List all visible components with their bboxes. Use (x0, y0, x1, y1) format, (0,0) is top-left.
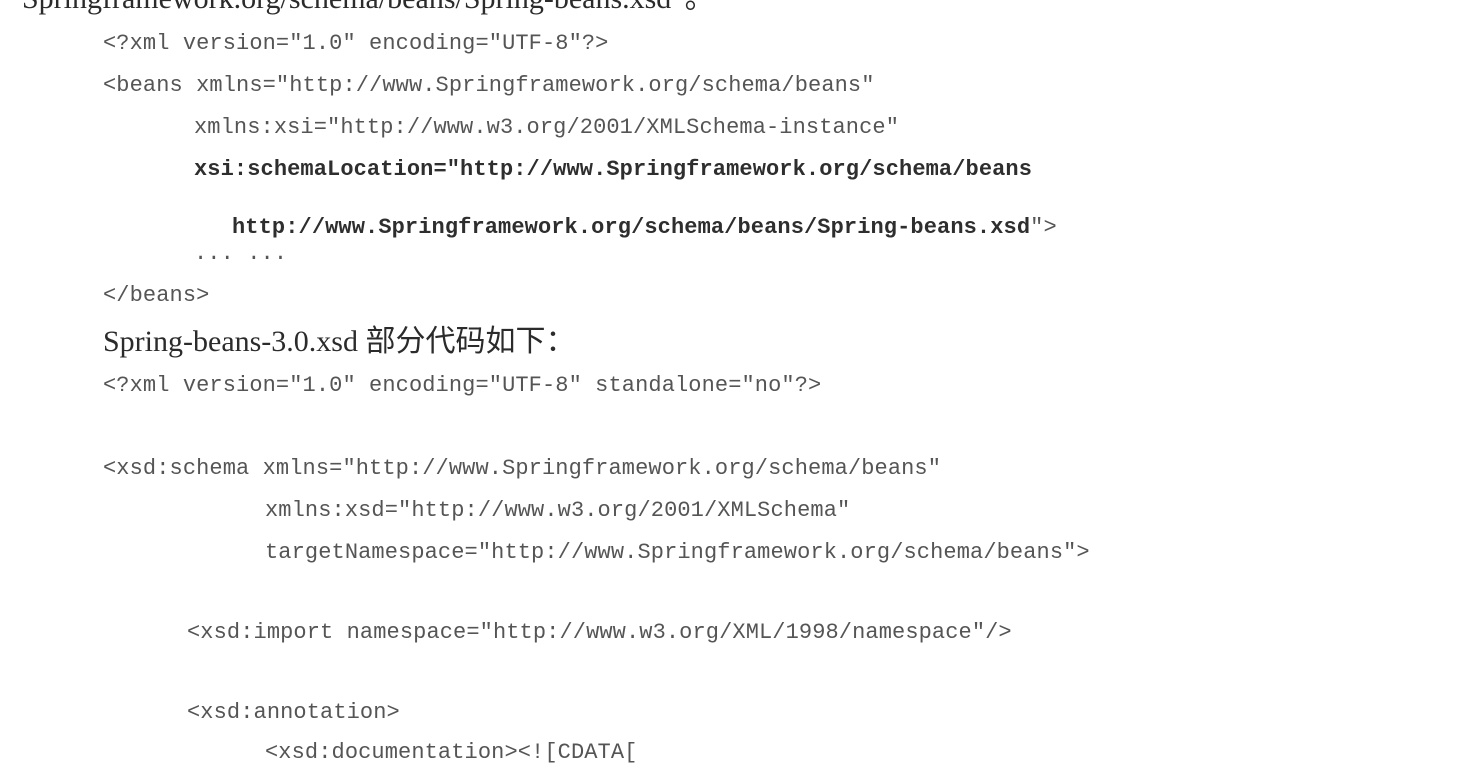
section-heading: Spring-beans-3.0.xsd 部分代码如下： (103, 325, 576, 358)
code-line-ellipsis: ... ... (194, 241, 288, 266)
code-line: </beans> (103, 283, 210, 308)
partial-top-text: Springframework.org/schema/beans/Spring-… (22, 0, 715, 14)
code-line: <xsd:import namespace="http://www.w3.org… (187, 620, 1012, 645)
code-line: <xsd:documentation><![CDATA[ (265, 740, 638, 765)
closing-quote-bracket: "> (1030, 215, 1057, 240)
code-line: targetNamespace="http://www.Springframew… (265, 540, 1090, 565)
code-line-schema-location: xsi:schemaLocation="http://www.Springfra… (194, 157, 1033, 182)
code-line: <?xml version="1.0" encoding="UTF-8"?> (103, 31, 609, 56)
code-line: <?xml version="1.0" encoding="UTF-8" sta… (103, 373, 822, 398)
schema-url-text: http://www.Springframework.org/schema/be… (232, 215, 1031, 240)
code-line: <xsd:schema xmlns="http://www.Springfram… (103, 456, 942, 481)
code-line: <beans xmlns="http://www.Springframework… (103, 73, 875, 98)
code-line: xmlns:xsi="http://www.w3.org/2001/XMLSch… (194, 115, 900, 140)
document-page: Springframework.org/schema/beans/Spring-… (0, 0, 1483, 769)
code-line: <xsd:annotation> (187, 700, 400, 725)
code-line: xmlns:xsd="http://www.w3.org/2001/XMLSch… (265, 498, 851, 523)
code-line-schema-url: http://www.Springframework.org/schema/be… (208, 201, 1057, 255)
